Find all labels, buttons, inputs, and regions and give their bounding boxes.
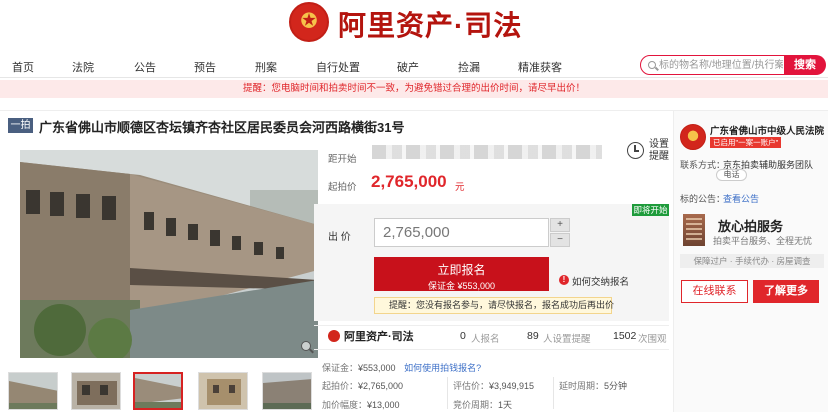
court-account-badge: 已启用"一案一账户"	[710, 137, 782, 148]
signup-hint: 提醒：您没有报名参与，请尽快报名，报名成功后再出价	[374, 297, 614, 314]
start-key: 起拍价：	[322, 381, 359, 391]
time-warning-banner: 提醒：您电脑时间和拍卖时间不一致，为避免错过合理的出价时间，请尽早出价！	[0, 80, 828, 98]
site-header: 阿里资产·司法	[0, 0, 828, 48]
nav-item-bankruptcy[interactable]: 破产	[397, 59, 419, 75]
delay-value: 5分钟	[604, 381, 628, 391]
increment-detail: 加价幅度：¥13,000	[322, 398, 400, 411]
view-notice-link[interactable]: 查看公告	[723, 192, 759, 205]
nav-item-self-disposal[interactable]: 自行处置	[316, 59, 360, 75]
photo-thumbnail[interactable]	[71, 372, 121, 410]
start-price-value: 2,765,000	[371, 172, 447, 191]
delay-key: 延时周期：	[559, 381, 605, 391]
bid-label: 出 价	[328, 232, 351, 243]
service-subtitle: 拍卖平台服务、全程无忧	[713, 236, 813, 246]
start-price-label: 起拍价	[328, 182, 357, 193]
court-emblem-icon	[680, 124, 706, 150]
phone-button[interactable]: 电话	[716, 169, 747, 181]
signups-count: 0	[460, 330, 466, 342]
nav-item-criminal[interactable]: 刑案	[255, 59, 277, 75]
zoom-icon[interactable]	[300, 340, 314, 354]
appraise-value: ¥3,949,915	[489, 381, 535, 391]
ali-assets-brand: 阿里资产·司法	[344, 331, 414, 343]
service-title: 放心拍服务	[718, 219, 784, 234]
cycle-value: 1天	[498, 400, 513, 410]
online-contact-button[interactable]: 在线联系	[681, 280, 748, 303]
cycle-key: 竞价周期：	[453, 400, 499, 410]
countdown-label: 距开始	[328, 154, 357, 165]
ali-assets-logo-icon	[328, 330, 340, 342]
views-label: 次围观	[638, 334, 667, 345]
photo-thumbnail[interactable]	[8, 372, 58, 410]
search-box	[640, 55, 785, 75]
service-tags: 保障过户 · 手续代办 · 房屋调查	[680, 254, 824, 268]
court-emblem-icon[interactable]	[289, 2, 329, 42]
increment-value: ¥13,000	[367, 400, 400, 410]
photo-thumbnail-active[interactable]	[133, 372, 183, 410]
views-count: 1502	[613, 330, 637, 342]
notice-label: 标的公告：	[680, 194, 726, 204]
search-input[interactable]	[659, 57, 783, 73]
building-icon	[683, 214, 705, 246]
signup-button-label: 立即报名	[437, 263, 486, 277]
photo-thumbnail[interactable]	[198, 372, 248, 410]
how-to-use-deposit-link[interactable]: 如何使用拍钱报名?	[404, 363, 481, 373]
deposit-key: 保证金：	[322, 363, 359, 373]
bid-decrease-button[interactable]: −	[550, 233, 570, 247]
bid-increase-button[interactable]: +	[550, 218, 570, 232]
start-value: ¥2,765,000	[358, 381, 404, 391]
reminders-count: 89	[527, 330, 539, 342]
deposit-value: ¥553,000	[358, 363, 396, 373]
info-icon: !	[559, 275, 569, 285]
nav-item-court[interactable]: 法院	[72, 59, 94, 75]
cycle-detail: 竞价周期：1天	[453, 398, 512, 411]
delay-detail: 延时周期：5分钟	[559, 379, 627, 392]
bid-amount-input[interactable]: 2,765,000	[374, 218, 549, 247]
property-photo-image	[20, 150, 318, 358]
search-button[interactable]: 搜索	[784, 55, 826, 75]
auction-round-tag: 一拍	[8, 118, 33, 133]
how-to-pay-deposit-link[interactable]: 如何交纳报名	[572, 274, 629, 288]
appraise-key: 评估价：	[453, 381, 490, 391]
detail-separator	[553, 377, 554, 409]
reminders-label: 人设置提醒	[543, 334, 591, 345]
signups-label: 人报名	[471, 334, 500, 345]
upcoming-status-tag: 即将开始	[632, 204, 669, 216]
start-price-detail: 起拍价：¥2,765,000	[322, 379, 403, 392]
photo-thumbnail[interactable]	[262, 372, 312, 410]
search-icon	[648, 61, 656, 69]
nav-item-preview[interactable]: 预告	[194, 59, 216, 75]
nav-item-notice[interactable]: 公告	[134, 59, 156, 75]
increment-key: 加价幅度：	[322, 400, 368, 410]
learn-more-button[interactable]: 了解更多	[753, 280, 819, 303]
signup-button-deposit: 保证金 ¥553,000	[427, 281, 496, 291]
set-reminder-link[interactable]: 设置提醒	[649, 139, 671, 163]
main-property-photo[interactable]	[20, 150, 318, 358]
nav-item-precise-clients[interactable]: 精准获客	[518, 59, 562, 75]
nav-item-home[interactable]: 首页	[12, 59, 34, 75]
countdown-value-blurred	[372, 145, 602, 159]
lot-title: 广东省佛山市顺德区杏坛镇齐杏社区居民委员会河西路横街31号	[39, 120, 405, 135]
deposit-detail: 保证金：¥553,000 如何使用拍钱报名?	[322, 361, 481, 374]
detail-separator	[447, 377, 448, 409]
signup-button[interactable]: 立即报名 保证金 ¥553,000	[374, 257, 549, 291]
court-name[interactable]: 广东省佛山市中级人民法院	[710, 123, 824, 137]
alarm-clock-icon[interactable]	[627, 142, 644, 159]
appraise-detail: 评估价：¥3,949,915	[453, 379, 534, 392]
nav-item-bargain[interactable]: 捡漏	[458, 59, 480, 75]
start-price-unit: 元	[455, 182, 465, 193]
site-logo-text[interactable]: 阿里资产·司法	[338, 4, 522, 44]
